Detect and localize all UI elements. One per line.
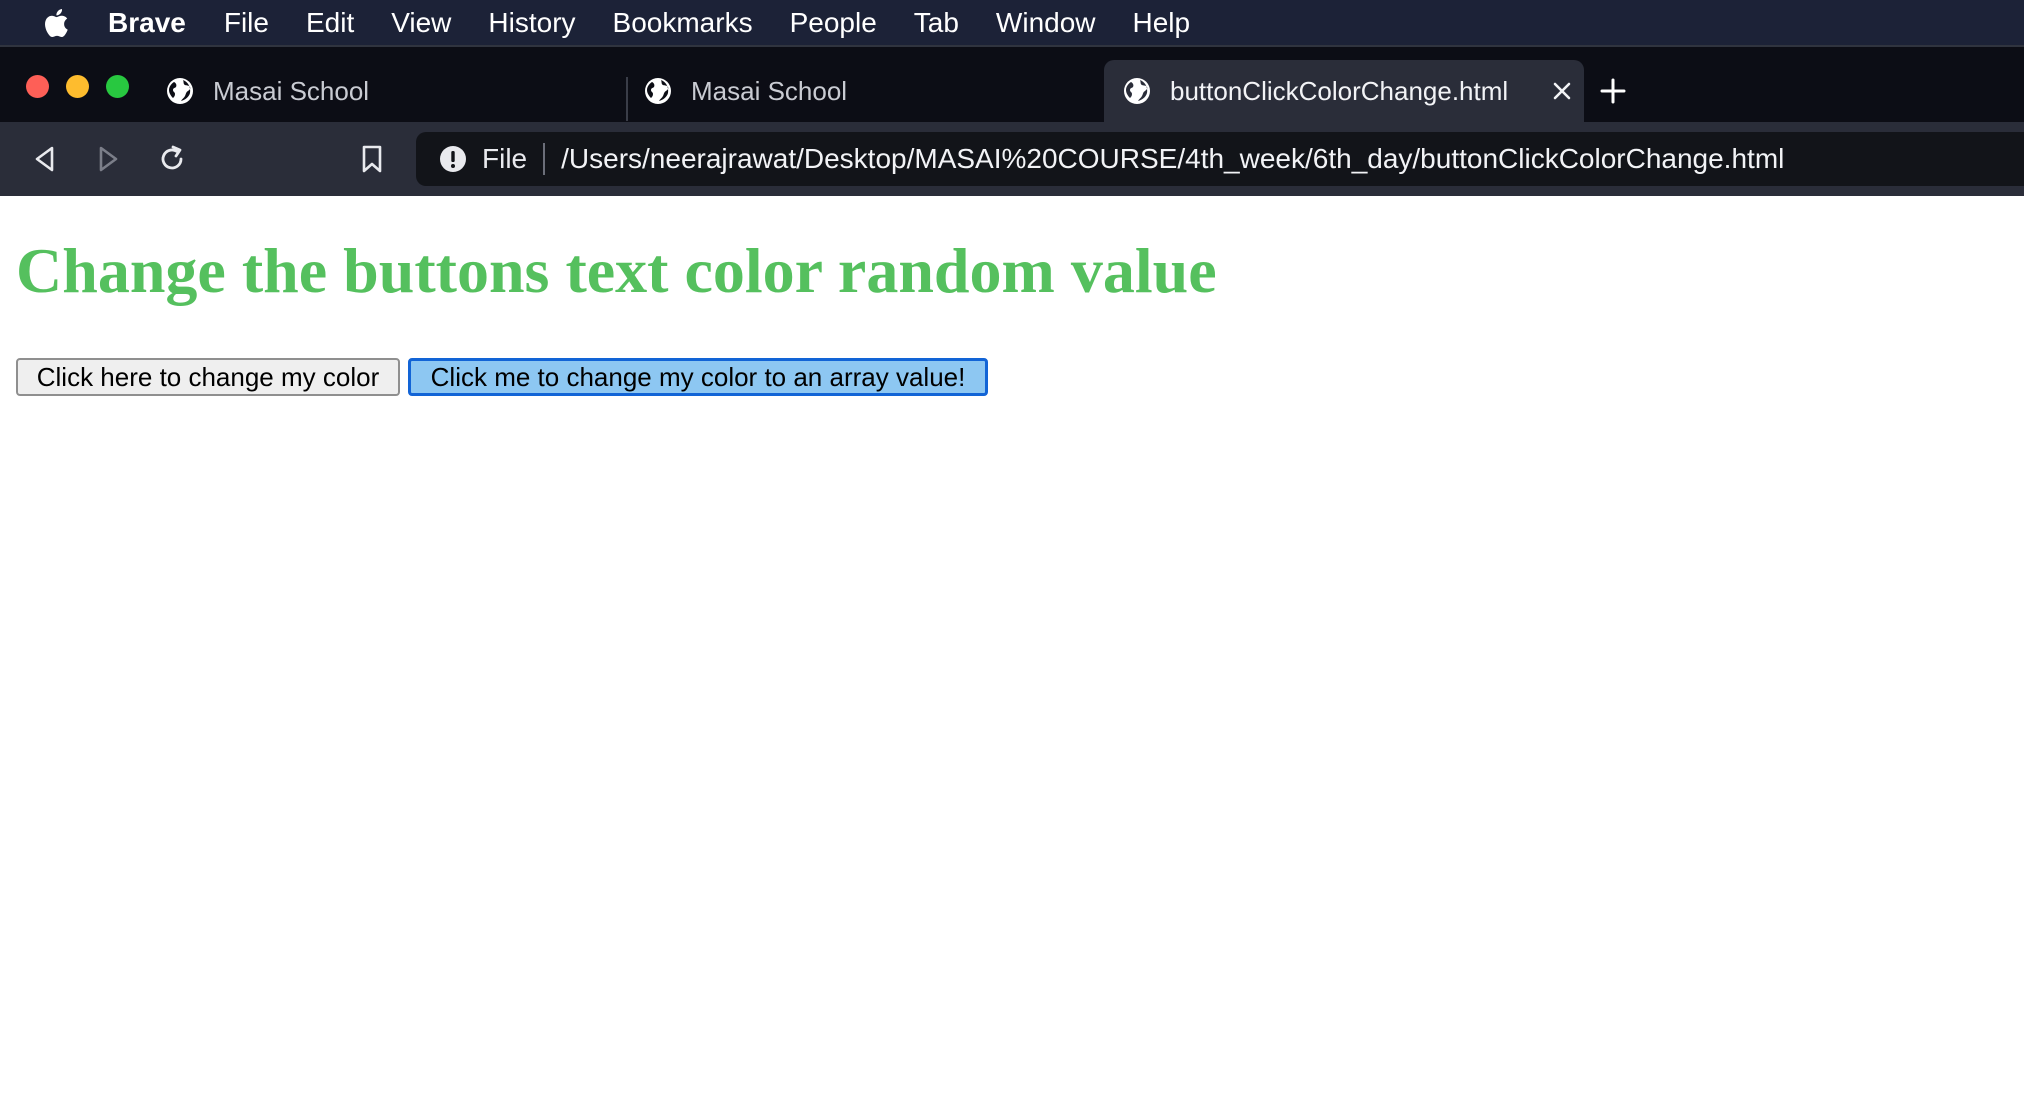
- back-arrow-icon[interactable]: [26, 140, 64, 178]
- menu-bookmarks[interactable]: Bookmarks: [613, 7, 753, 39]
- tab-masai-school-2[interactable]: Masai School: [643, 60, 1103, 122]
- tab-title: Masai School: [213, 75, 370, 106]
- minimize-window-button[interactable]: [66, 75, 89, 98]
- menu-app-name[interactable]: Brave: [108, 7, 186, 39]
- tab-masai-school-1[interactable]: Masai School: [165, 60, 625, 122]
- close-tab-icon[interactable]: [1550, 79, 1574, 103]
- url-text[interactable]: /Users/neerajrawat/Desktop/MASAI%20COURS…: [561, 143, 1784, 175]
- menu-tab[interactable]: Tab: [914, 7, 959, 39]
- url-separator: [543, 143, 546, 175]
- page-content: Change the buttons text color random val…: [0, 196, 2024, 1118]
- url-scheme-label: File: [482, 143, 528, 174]
- random-color-button[interactable]: Click here to change my color: [16, 358, 400, 396]
- zoom-window-button[interactable]: [106, 75, 129, 98]
- info-icon[interactable]: [438, 144, 468, 174]
- browser-toolbar: File /Users/neerajrawat/Desktop/MASAI%20…: [0, 122, 2024, 196]
- reload-icon[interactable]: [153, 140, 191, 178]
- array-color-button[interactable]: Click me to change my color to an array …: [408, 358, 988, 396]
- forward-arrow-icon[interactable]: [89, 140, 127, 178]
- apple-logo-icon[interactable]: [40, 6, 70, 40]
- menu-history[interactable]: History: [488, 7, 575, 39]
- tab-title: buttonClickColorChange.html: [1170, 75, 1509, 106]
- tab-button-click-color-change[interactable]: buttonClickColorChange.html: [1104, 60, 1584, 122]
- globe-icon: [165, 76, 195, 106]
- menu-view[interactable]: View: [391, 7, 451, 39]
- menu-edit[interactable]: Edit: [306, 7, 354, 39]
- globe-icon: [1122, 76, 1152, 106]
- globe-icon: [643, 76, 673, 106]
- page-heading: Change the buttons text color random val…: [16, 235, 1217, 306]
- menu-people[interactable]: People: [790, 7, 877, 39]
- tab-divider: [626, 77, 628, 121]
- menu-file[interactable]: File: [224, 7, 269, 39]
- new-tab-plus-icon[interactable]: [1596, 74, 1630, 108]
- address-bar[interactable]: File /Users/neerajrawat/Desktop/MASAI%20…: [416, 132, 2024, 186]
- tab-title: Masai School: [691, 75, 848, 106]
- bookmark-icon[interactable]: [353, 140, 391, 178]
- menu-bar: Brave File Edit View History Bookmarks P…: [0, 0, 2024, 45]
- close-window-button[interactable]: [26, 75, 49, 98]
- tab-strip: Masai School Masai School buttonClickCol…: [0, 45, 2024, 122]
- menu-help[interactable]: Help: [1133, 7, 1191, 39]
- menu-window[interactable]: Window: [996, 7, 1096, 39]
